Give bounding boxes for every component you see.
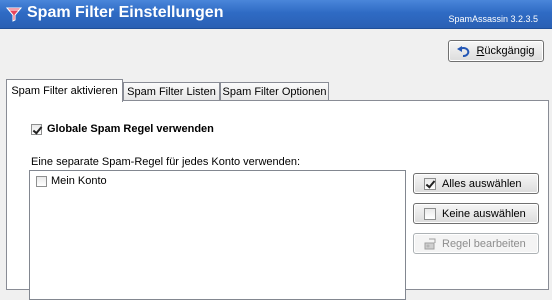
select-none-button[interactable]: Keine auswählen [413, 203, 539, 224]
undo-button[interactable]: Rückgängig [448, 40, 544, 62]
window-title: Spam Filter Einstellungen [27, 4, 224, 21]
version-label: SpamAssassin 3.2.3.5 [448, 14, 538, 24]
global-rule-label: Globale Spam Regel verwenden [47, 123, 214, 135]
select-none-label: Keine auswählen [442, 207, 526, 220]
account-checkbox[interactable] [36, 175, 47, 187]
accounts-list[interactable]: Mein Konto [29, 170, 406, 300]
undo-label: Rückgängig [476, 45, 535, 57]
edit-rule-label: Regel bearbeiten [442, 237, 526, 250]
title-bar: Spam Filter Einstellungen SpamAssassin 3… [0, 0, 552, 29]
checkbox-empty-icon [424, 207, 436, 220]
tab-label: Spam Filter Listen [127, 86, 216, 98]
undo-icon [457, 46, 470, 57]
tab-activate[interactable]: Spam Filter aktivieren [6, 79, 123, 102]
tab-lists[interactable]: Spam Filter Listen [123, 82, 220, 101]
account-label: Mein Konto [51, 175, 107, 187]
spam-filter-icon [5, 7, 23, 22]
tab-label: Spam Filter aktivieren [11, 85, 118, 97]
tab-label: Spam Filter Optionen [222, 86, 327, 98]
separate-rule-label: Eine separate Spam-Regel für jedes Konto… [31, 156, 301, 168]
global-rule-row[interactable]: Globale Spam Regel verwenden [31, 123, 214, 135]
checkbox-checked-icon [424, 177, 436, 190]
edit-rule-button[interactable]: Regel bearbeiten [413, 233, 539, 254]
select-all-label: Alles auswählen [442, 177, 522, 190]
edit-rule-icon [424, 238, 436, 249]
select-all-button[interactable]: Alles auswählen [413, 173, 539, 194]
global-rule-checkbox[interactable] [31, 123, 42, 135]
tab-panel: Globale Spam Regel verwenden Eine separa… [6, 100, 549, 300]
list-item[interactable]: Mein Konto [36, 175, 107, 187]
tab-options[interactable]: Spam Filter Optionen [220, 82, 329, 101]
